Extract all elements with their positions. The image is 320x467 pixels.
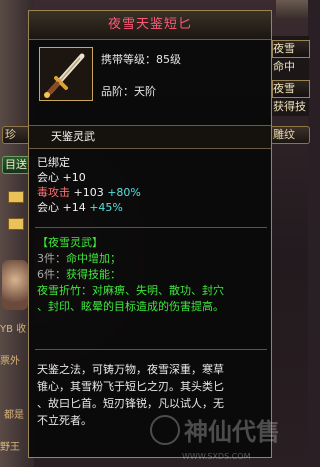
divider [35,227,267,228]
set-skill-line: 夜雪折竹：对麻痹、失明、散功、封穴 [37,284,224,297]
desc-line: 锥心，其雪粉飞于短匕之刃。其头类匕 [37,380,224,393]
stat-base: +14 [62,201,86,214]
bg-right-tab-5[interactable]: 雕纹 [270,126,310,144]
avatar [2,260,28,310]
carry-level: 携带等级：85级 [101,53,181,66]
set-piece-3: 3件：命中增加； [37,251,267,267]
desc-line: 、故曰匕首。短刃锋锐，凡以试人，无 [37,397,224,410]
set-piece-6: 6件：获得技能： [37,267,267,283]
set-name: 【夜雪灵武】 [37,236,103,249]
set-piece-3-value: 命中增加； [66,252,121,265]
divider [35,349,267,350]
bg-right-tab-4: 获得技 [273,100,306,113]
watermark-logo-icon [150,414,180,445]
stat-row: 会心 +14 +45% [37,200,267,215]
bg-text-yb: YB 收 [0,324,27,335]
corner-ornament [276,0,308,18]
stat-extra: +45% [89,201,123,214]
set-piece-6-value: 获得技能： [66,268,121,281]
set-piece-3-label: 3件： [37,252,66,265]
watermark-text: 神仙代售 [184,418,280,446]
section-header: 天鉴灵武 [29,125,271,149]
stat-base: +103 [73,186,104,199]
bg-right-tab-3[interactable]: 夜雪 [272,80,310,98]
stat-extra: +80% [107,186,141,199]
bg-text-dou: 都是 [4,410,24,421]
bg-text-ye: 野王 [0,442,20,453]
set-block: 【夜雪灵武】 3件：命中增加； 6件：获得技能： 夜雪折竹：对麻痹、失明、散功、… [37,235,267,315]
set-skill-line: 、封印、眩晕的目标造成的伤害提高。 [37,300,224,313]
stat-label: 毒攻击 [37,186,70,199]
stat-row: 毒攻击 +103 +80% [37,185,267,200]
bg-right-tab-2: 命中 [273,60,295,73]
bound-status: 已绑定 [37,156,70,169]
bg-text-piao: 票外 [0,356,20,367]
dagger-icon [39,47,93,101]
quality: 品阶：天阶 [101,85,156,98]
watermark-url: WWW.SXDS.COM [182,452,251,461]
mail-icon[interactable] [8,218,24,230]
stat-label: 会心 [37,171,59,184]
item-tooltip: 夜雪天鉴短匕 携带等级：85级 品阶：天阶 天鉴灵武 已绑定 会心 +10 毒攻… [28,10,272,458]
bg-right-tab-1[interactable]: 夜雪 [272,40,310,58]
mail-icon[interactable] [8,191,24,203]
stat-base: +10 [62,171,86,184]
item-title: 夜雪天鉴短匕 [29,11,271,40]
stat-label: 会心 [37,201,59,214]
stat-row: 会心 +10 [37,170,267,185]
set-piece-6-label: 6件： [37,268,66,281]
desc-line: 天鉴之法，可铸万物，夜雪深重，寒草 [37,363,224,376]
stats-block: 已绑定 会心 +10 毒攻击 +103 +80% 会心 +14 +45% [37,155,267,215]
